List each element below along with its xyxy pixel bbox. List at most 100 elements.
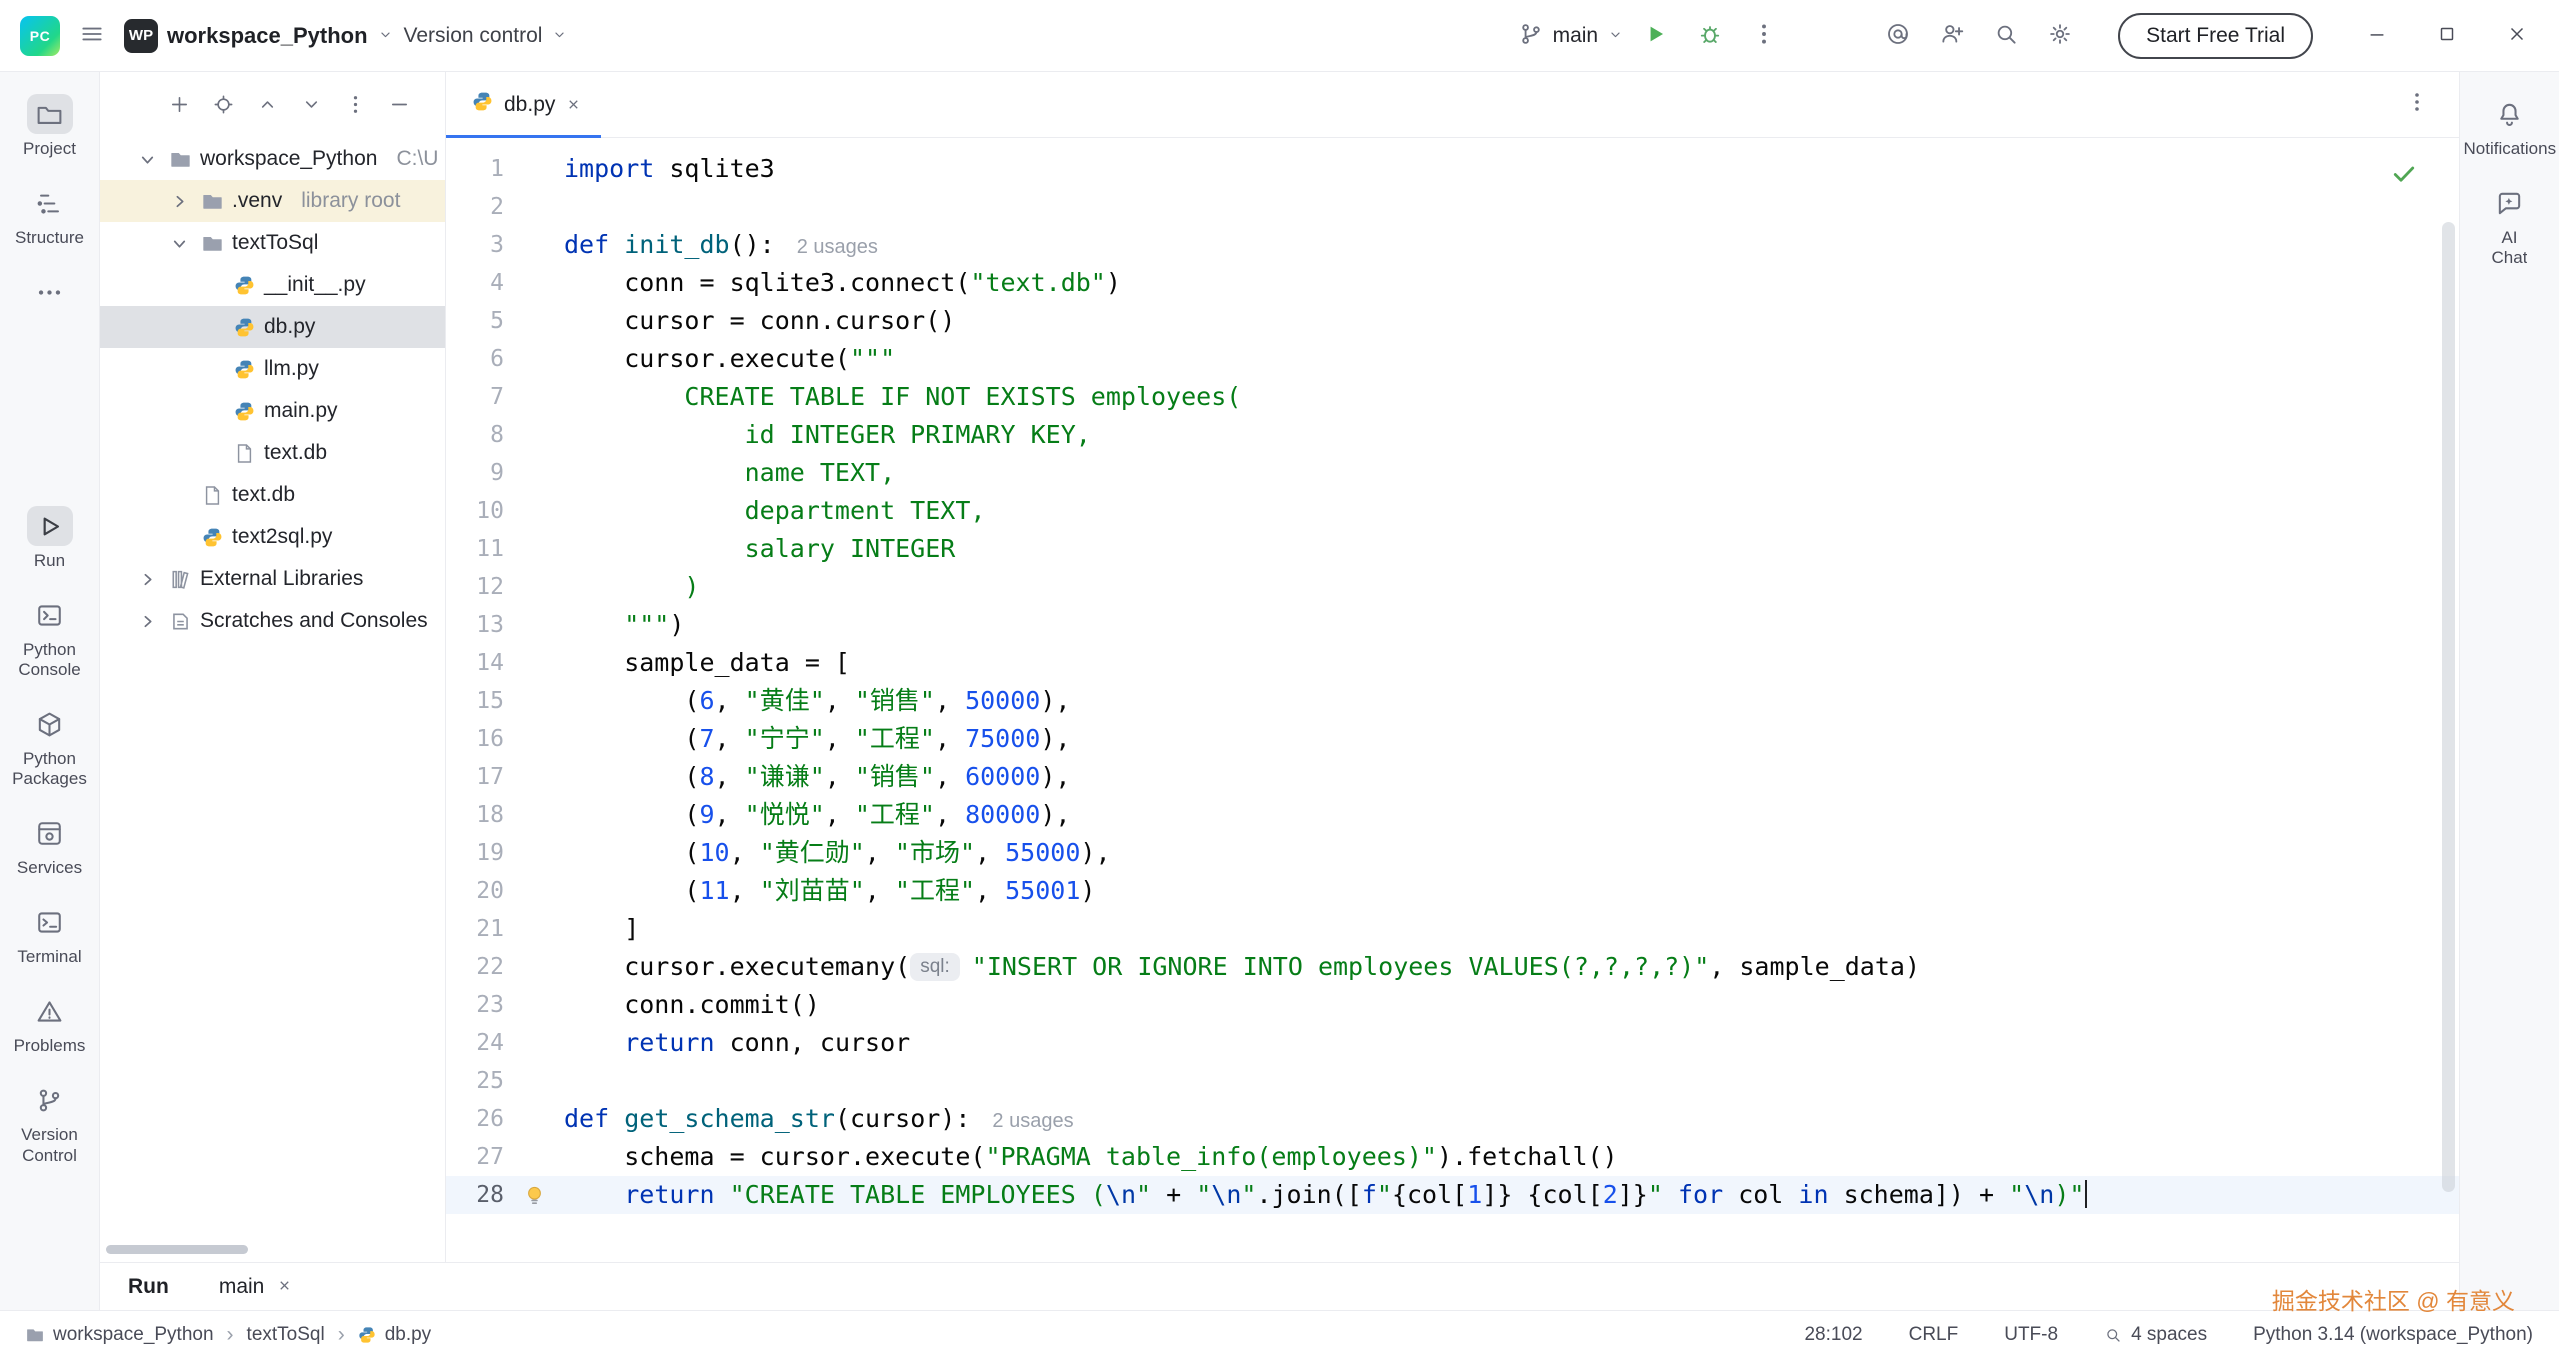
tree-item-init-py[interactable]: __init__.py	[100, 264, 445, 306]
status-widget-4-spaces[interactable]: 4 spaces	[2104, 1324, 2207, 1346]
hide-panel-icon[interactable]	[380, 85, 418, 123]
tree-item-workspace-python[interactable]: workspace_PythonC:\U	[100, 138, 445, 180]
code-line-17[interactable]: 17 (8, "谦谦", "销售", 60000),	[446, 758, 2459, 796]
tool-button-python-packages[interactable]: PythonPackages	[2, 692, 98, 801]
usages-inlay-hint[interactable]: 2 usages	[797, 236, 878, 258]
project-widget[interactable]: WP workspace_Python	[124, 13, 394, 59]
code-line-7[interactable]: 7 CREATE TABLE IF NOT EXISTS employees(	[446, 378, 2459, 416]
more-actions-button[interactable]	[1742, 13, 1786, 59]
start-free-trial-button[interactable]: Start Free Trial	[2118, 13, 2313, 59]
code-line-23[interactable]: 23 conn.commit()	[446, 986, 2459, 1024]
code-text	[564, 1062, 2459, 1100]
chevron-down-small-icon[interactable]	[134, 151, 160, 168]
code-line-26[interactable]: 26def get_schema_str(cursor):2 usages	[446, 1100, 2459, 1138]
status-widget-utf-8[interactable]: UTF-8	[2004, 1324, 2058, 1346]
chevron-right-icon[interactable]	[134, 571, 160, 588]
tool-button-structure[interactable]: Structure	[2, 171, 98, 260]
panel-more-icon[interactable]	[336, 85, 374, 123]
mention-button[interactable]	[1876, 13, 1920, 59]
status-widget-crlf[interactable]: CRLF	[1909, 1324, 1959, 1346]
tool-button-problems[interactable]: Problems	[2, 979, 98, 1068]
code-line-22[interactable]: 22 cursor.executemany(sql:"INSERT OR IGN…	[446, 948, 2459, 986]
usages-inlay-hint[interactable]: 2 usages	[992, 1110, 1073, 1132]
tool-button-project[interactable]: Project	[2, 82, 98, 171]
tree-item-llm-py[interactable]: llm.py	[100, 348, 445, 390]
tree-item-venv[interactable]: .venvlibrary root	[100, 180, 445, 222]
tool-button-terminal[interactable]: Terminal	[2, 890, 98, 979]
status-widget-python-3-14-workspace-python[interactable]: Python 3.14 (workspace_Python)	[2253, 1324, 2533, 1346]
tree-item-main-py[interactable]: main.py	[100, 390, 445, 432]
tree-item-text2sql-py[interactable]: text2sql.py	[100, 516, 445, 558]
tool-button-python-console[interactable]: PythonConsole	[2, 583, 98, 692]
code-line-6[interactable]: 6 cursor.execute("""	[446, 340, 2459, 378]
tree-item-scratches-and-consoles[interactable]: Scratches and Consoles	[100, 600, 445, 642]
code-line-3[interactable]: 3def init_db():2 usages	[446, 226, 2459, 264]
code-line-4[interactable]: 4 conn = sqlite3.connect("text.db")	[446, 264, 2459, 302]
tree-item-text-db[interactable]: text.db	[100, 432, 445, 474]
close-run-tab-icon[interactable]	[277, 1275, 292, 1299]
editor-vscrollbar[interactable]	[2442, 222, 2455, 1192]
debug-button[interactable]	[1688, 13, 1732, 59]
tab-options-icon[interactable]	[2405, 90, 2429, 119]
code-line-21[interactable]: 21 ]	[446, 910, 2459, 948]
code-line-20[interactable]: 20 (11, "刘苗苗", "工程", 55001)	[446, 872, 2459, 910]
locate-file-icon[interactable]	[204, 85, 242, 123]
code-editor[interactable]: 1import sqlite323def init_db():2 usages4…	[446, 138, 2459, 1262]
search-everywhere-button[interactable]	[1984, 13, 2028, 59]
tree-item-text-db[interactable]: text.db	[100, 474, 445, 516]
tool-button-version-control[interactable]: VersionControl	[2, 1068, 98, 1177]
main-menu-button[interactable]	[70, 13, 114, 59]
code-line-27[interactable]: 27 schema = cursor.execute("PRAGMA table…	[446, 1138, 2459, 1176]
editor-tab-db-py[interactable]: db.py	[446, 72, 601, 137]
project-hscrollbar[interactable]	[106, 1245, 248, 1254]
tool-button-more[interactable]	[2, 260, 98, 324]
chevron-right-icon[interactable]	[134, 613, 160, 630]
breadcrumb-item-db-py[interactable]: db.py	[358, 1324, 431, 1346]
tool-button-notifications[interactable]: Notifications	[2462, 82, 2558, 171]
vcs-menu[interactable]: Version control	[404, 13, 569, 59]
settings-button[interactable]	[2038, 13, 2082, 59]
code-line-25[interactable]: 25	[446, 1062, 2459, 1100]
minimize-button[interactable]	[2355, 14, 2399, 58]
code-line-1[interactable]: 1import sqlite3	[446, 150, 2459, 188]
code-line-8[interactable]: 8 id INTEGER PRIMARY KEY,	[446, 416, 2459, 454]
code-line-19[interactable]: 19 (10, "黄仁勋", "市场", 55000),	[446, 834, 2459, 872]
code-with-me-button[interactable]	[1930, 13, 1974, 59]
status-widget-28-102[interactable]: 28:102	[1804, 1324, 1862, 1346]
inspections-ok-icon[interactable]	[2389, 158, 2419, 193]
code-line-15[interactable]: 15 (6, "黄佳", "销售", 50000),	[446, 682, 2459, 720]
tool-button-services[interactable]: Services	[2, 801, 98, 890]
breadcrumb-item-texttosql[interactable]: textToSql	[247, 1324, 325, 1346]
tree-item-texttosql[interactable]: textToSql	[100, 222, 445, 264]
chevron-down-small-icon[interactable]	[166, 235, 192, 252]
code-line-11[interactable]: 11 salary INTEGER	[446, 530, 2459, 568]
close-button[interactable]	[2495, 14, 2539, 58]
run-button[interactable]	[1634, 13, 1678, 59]
code-line-16[interactable]: 16 (7, "宁宁", "工程", 75000),	[446, 720, 2459, 758]
chevron-right-icon[interactable]	[166, 193, 192, 210]
line-number: 7	[446, 378, 504, 416]
tool-button-ai-chat[interactable]: AIChat	[2462, 171, 2558, 280]
collapse-all-icon[interactable]	[292, 85, 330, 123]
maximize-button[interactable]	[2425, 14, 2469, 58]
code-line-18[interactable]: 18 (9, "悦悦", "工程", 80000),	[446, 796, 2459, 834]
add-icon[interactable]	[160, 85, 198, 123]
breadcrumb-item-workspace-python[interactable]: workspace_Python	[26, 1324, 214, 1346]
code-line-28[interactable]: 28 return "CREATE TABLE EMPLOYEES (\n" +…	[446, 1176, 2459, 1214]
code-line-10[interactable]: 10 department TEXT,	[446, 492, 2459, 530]
code-line-13[interactable]: 13 """)	[446, 606, 2459, 644]
code-line-24[interactable]: 24 return conn, cursor	[446, 1024, 2459, 1062]
close-tab-icon[interactable]	[566, 97, 581, 112]
code-line-9[interactable]: 9 name TEXT,	[446, 454, 2459, 492]
branch-selector[interactable]: main	[1518, 13, 1625, 59]
code-line-14[interactable]: 14 sample_data = [	[446, 644, 2459, 682]
code-line-5[interactable]: 5 cursor = conn.cursor()	[446, 302, 2459, 340]
tree-item-db-py[interactable]: db.py	[100, 306, 445, 348]
code-line-12[interactable]: 12 )	[446, 568, 2459, 606]
tool-button-run[interactable]: Run	[2, 494, 98, 583]
run-tab-main[interactable]: main	[219, 1275, 293, 1299]
tree-item-external-libraries[interactable]: External Libraries	[100, 558, 445, 600]
expand-all-icon[interactable]	[248, 85, 286, 123]
intention-bulb-icon[interactable]	[504, 1176, 564, 1214]
code-line-2[interactable]: 2	[446, 188, 2459, 226]
